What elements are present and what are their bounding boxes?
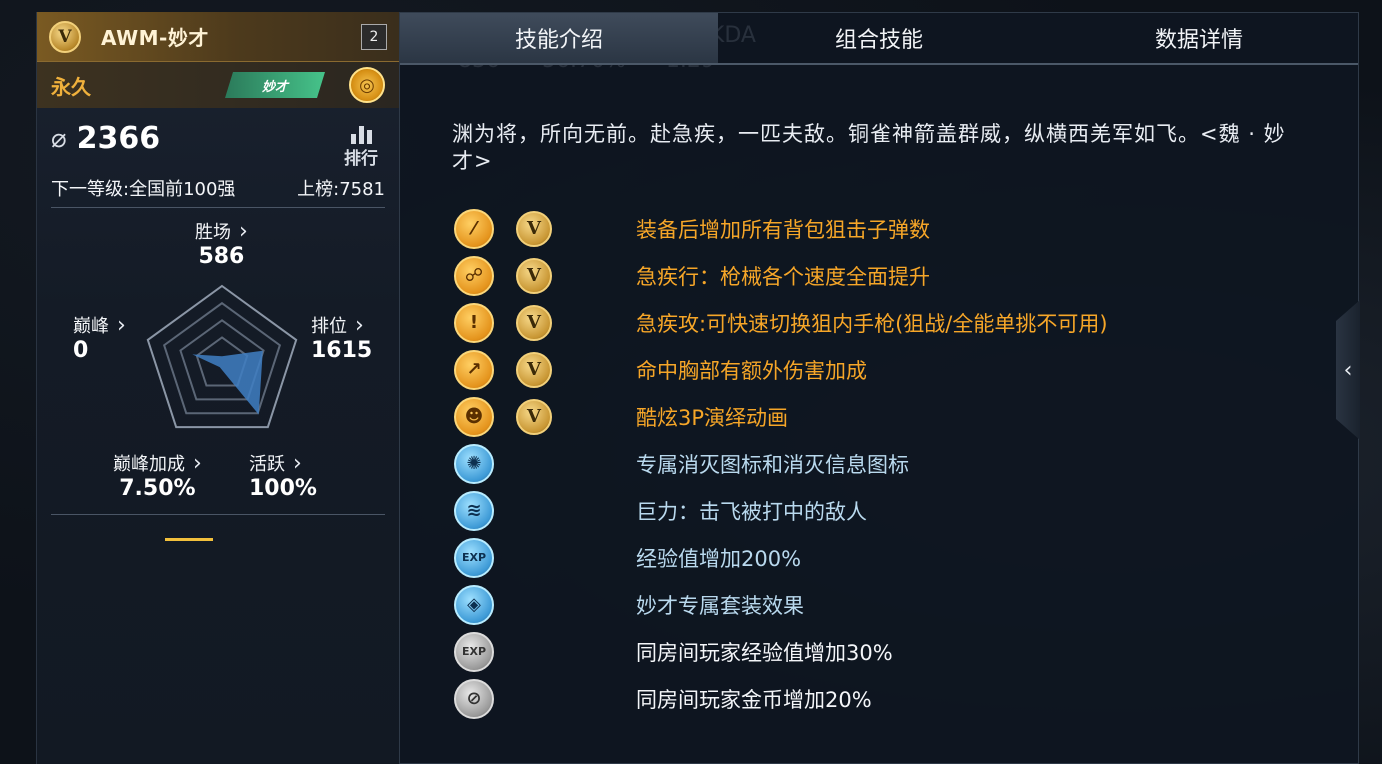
tab-bar: 技能介绍 组合技能 数据详情 (400, 13, 1358, 65)
weapon-level-badge: 2 (361, 23, 387, 50)
knockback-icon: ≋ (454, 490, 494, 531)
skill-row: EXP 同房间玩家经验值增加30% (454, 628, 1108, 675)
duration-row: 永久 妙才 ◎ (37, 62, 399, 108)
gun-skin-tag: 妙才 (225, 72, 325, 98)
stat-peak-bonus-value: 7.50% (119, 476, 196, 501)
stat-active-value: 100% (249, 476, 317, 501)
skill-text: 命中胸部有额外伤害加成 (636, 358, 867, 383)
skill-row: ◈ 妙才专属套装效果 (454, 581, 1108, 628)
chest-damage-icon: ↗ (454, 349, 494, 390)
skill-text: 急疾攻:可快速切换狙内手枪(狙战/全能单挑不可用) (636, 311, 1108, 336)
chevron-right-icon: › (117, 312, 126, 338)
skill-row: ! V 急疾攻:可快速切换狙内手枪(狙战/全能单挑不可用) (454, 299, 1108, 346)
board-count: 上榜:7581 (297, 179, 385, 200)
skill-row: ⁄ V 装备后增加所有背包狙击子弹数 (454, 205, 1108, 252)
exp-icon: EXP (454, 537, 494, 578)
skill-text: 巨力：击飞被打中的敌人 (636, 499, 867, 524)
v-rank-icon: V (516, 351, 552, 388)
stat-rank-value: 1615 (311, 338, 373, 363)
animation-3p-icon: ☻ (454, 396, 494, 437)
weapon-header: V AWM-妙才 2 (37, 12, 399, 62)
gun-score-icon: ⌀ (51, 124, 67, 154)
skill-text: 同房间玩家经验值增加30% (636, 640, 893, 665)
stat-active[interactable]: 活跃 › 100% (249, 450, 317, 502)
v-rank-icon: V (49, 20, 81, 53)
stat-peak-bonus-label: 巅峰加成 (113, 454, 185, 475)
quick-switch-icon: ! (454, 302, 494, 343)
ranking-button[interactable]: 排行 (337, 124, 385, 169)
radar-value-shape (192, 350, 263, 415)
skill-text: 同房间玩家金币增加20% (636, 687, 872, 712)
sprint-icon: ☍ (454, 255, 494, 296)
skill-text: 急疾行：枪械各个速度全面提升 (636, 264, 930, 289)
skill-text: 妙才专属套装效果 (636, 593, 804, 618)
stat-peak-value: 0 (73, 338, 89, 363)
weapon-score: 2366 (76, 121, 161, 156)
stat-active-label: 活跃 (249, 454, 285, 475)
medal-icon[interactable]: ◎ (349, 67, 385, 103)
next-level-text: 下一等级:全国前100强 (51, 179, 236, 200)
chevron-left-icon: ‹ (1343, 357, 1353, 383)
kill-icon-icon: ✺ (454, 443, 494, 484)
chevron-right-icon: › (293, 450, 302, 476)
skill-text: 专属消灭图标和消灭信息图标 (636, 452, 909, 477)
level-info: 下一等级:全国前100强 上榜:7581 (37, 169, 399, 201)
chevron-right-icon: › (355, 312, 364, 338)
stat-peak-label: 巅峰 (73, 316, 109, 337)
skill-row: ✺ 专属消灭图标和消灭信息图标 (454, 440, 1108, 487)
stat-wins-label: 胜场 (195, 222, 231, 243)
skill-text: 经验值增加200% (636, 546, 802, 571)
duration-text: 永久 (51, 74, 91, 99)
v-rank-icon: V (516, 257, 552, 294)
tab-skill-intro[interactable]: 技能介绍 (400, 13, 718, 63)
page-indicator (165, 538, 213, 541)
score-row: ⌀ 2366 排行 (37, 108, 399, 170)
stat-peak-bonus[interactable]: 巅峰加成 › 7.50% (113, 450, 202, 502)
skill-text: 装备后增加所有背包狙击子弹数 (636, 217, 930, 242)
stat-rank[interactable]: 排位 › 1615 (311, 312, 373, 364)
skill-row: ☻ V 酷炫3P演绎动画 (454, 393, 1108, 440)
stat-peak[interactable]: 巅峰 › 0 (73, 312, 126, 364)
chevron-right-icon: › (193, 450, 202, 476)
collapse-panel-button[interactable]: ‹ (1336, 300, 1360, 440)
v-rank-icon: V (516, 210, 552, 247)
ranking-label: 排行 (344, 149, 378, 169)
skill-row: ↗ V 命中胸部有额外伤害加成 (454, 346, 1108, 393)
weapon-name: AWM-妙才 (101, 26, 209, 50)
skill-row: ☍ V 急疾行：枪械各个速度全面提升 (454, 252, 1108, 299)
sniper-ammo-icon: ⁄ (454, 208, 494, 249)
bar-chart-icon (337, 124, 385, 144)
skill-row: ≋ 巨力：击飞被打中的敌人 (454, 487, 1108, 534)
radar-area: 胜场 › 586 巅峰 › 0 排位 › 1615 巅峰加成 › 7.50% 活跃 › 1… (37, 208, 399, 541)
weapon-intro-text: 渊为将，所向无前。赴急疾，一匹夫敌。铜雀神箭盖群威，纵横西羌军如飞。<魏 · 妙… (452, 122, 1286, 173)
v-rank-icon: V (516, 304, 552, 341)
tab-combo-skills[interactable]: 组合技能 (718, 13, 1040, 63)
divider (51, 514, 385, 515)
stat-wins-value: 586 (198, 244, 245, 269)
skill-panel: 场次836 胜率56.70% 平均KDA1.29 技能介绍 组合技能 数据详情 … (399, 12, 1359, 764)
skill-text: 酷炫3P演绎动画 (636, 405, 789, 430)
skill-list: ⁄ V 装备后增加所有背包狙击子弹数 ☍ V 急疾行：枪械各个速度全面提升 ! … (454, 205, 1108, 722)
weapon-info-panel: V AWM-妙才 2 永久 妙才 ◎ ⌀ 2366 排行 下一等级:全国前100… (36, 12, 399, 764)
skill-row: EXP 经验值增加200% (454, 534, 1108, 581)
stat-rank-label: 排位 (311, 316, 347, 337)
radar-chart (146, 284, 298, 429)
tab-data-details[interactable]: 数据详情 (1040, 13, 1358, 63)
set-effect-icon: ◈ (454, 584, 494, 625)
skill-row: ⊘ 同房间玩家金币增加20% (454, 675, 1108, 722)
v-rank-icon: V (516, 398, 552, 435)
room-coin-icon: ⊘ (454, 678, 494, 719)
room-exp-icon: EXP (454, 631, 494, 672)
stat-wins[interactable]: 胜场 › 586 (195, 218, 248, 270)
chevron-right-icon: › (239, 218, 248, 244)
